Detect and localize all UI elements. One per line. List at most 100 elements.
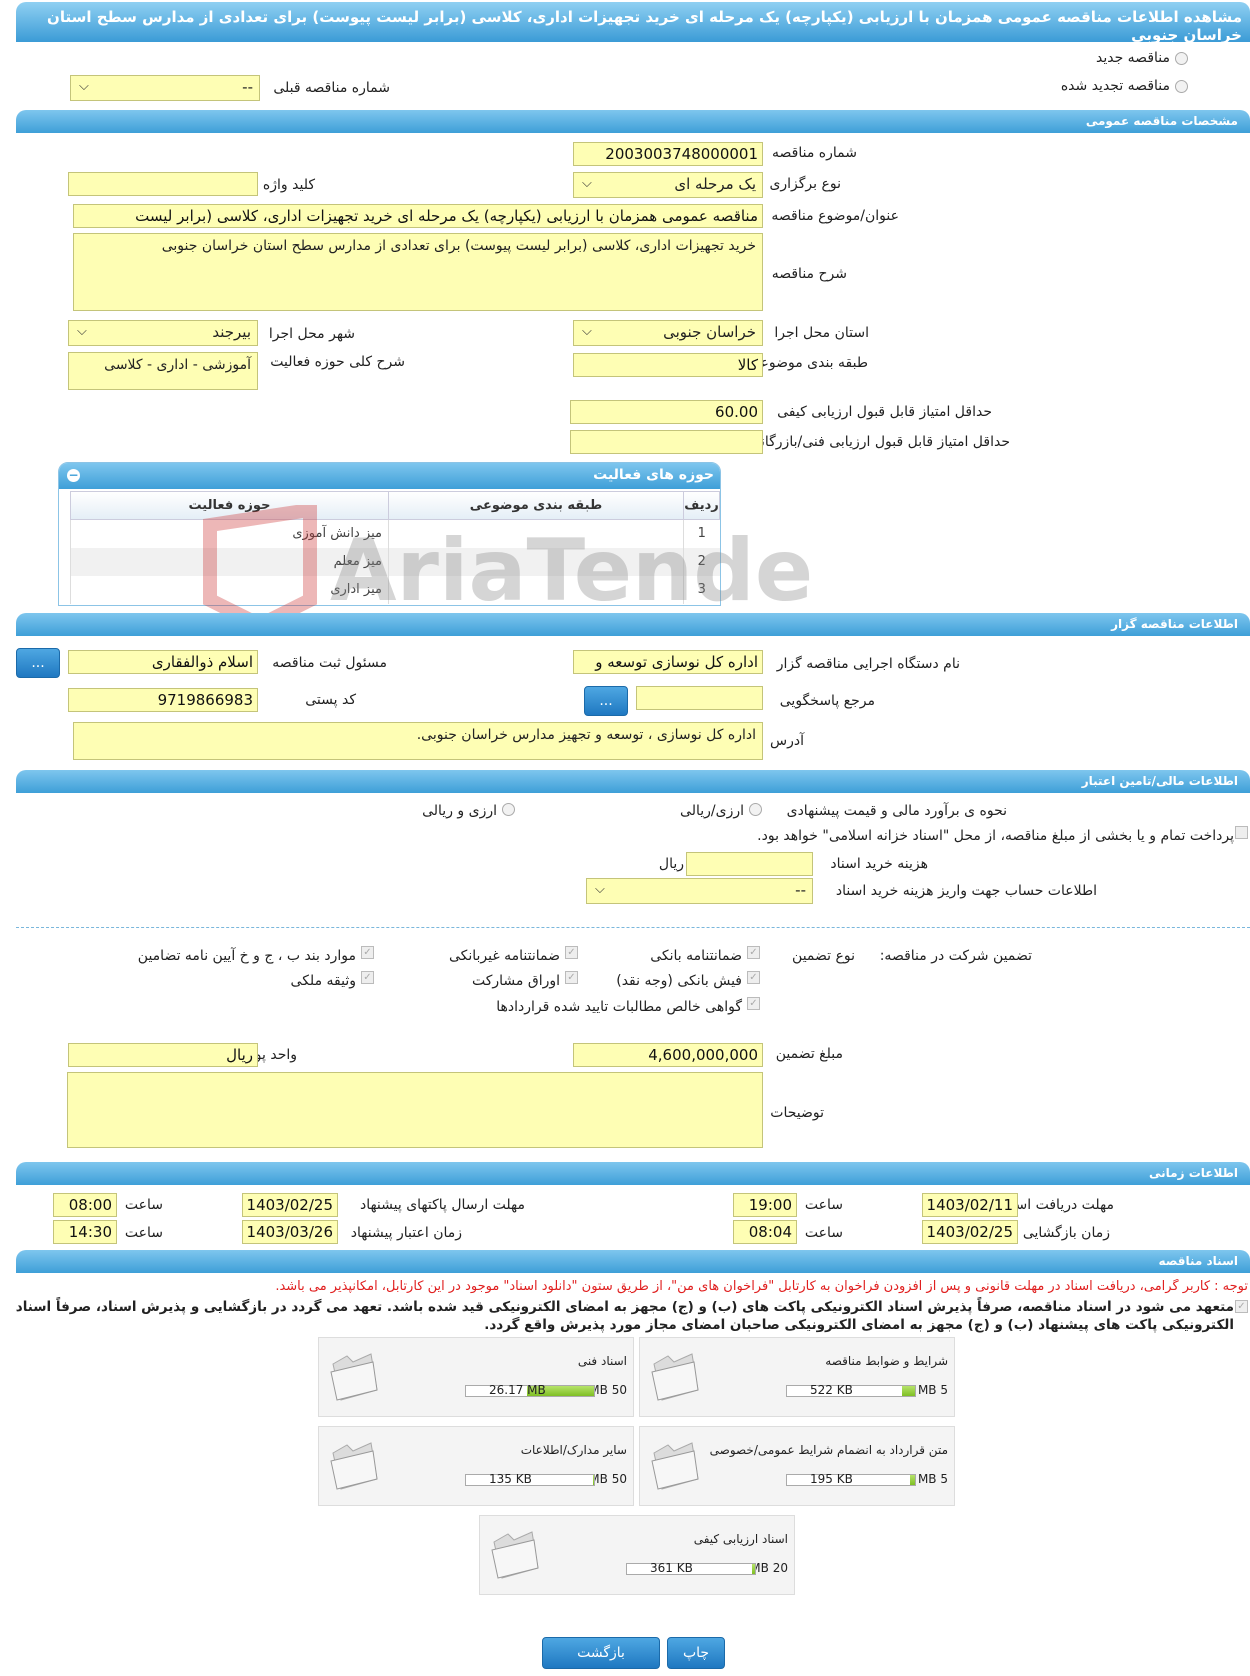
doc-file-size: 522 KB xyxy=(810,1383,853,1397)
collapse-icon[interactable]: − xyxy=(67,469,80,482)
registrar-more-button[interactable]: ... xyxy=(16,648,60,678)
doc-cost-label: هزینه خرید اسناد xyxy=(830,856,928,872)
estimate-method-label: نحوه ی برآورد مالی و قیمت پیشنهادی xyxy=(786,803,1007,819)
postal-field[interactable]: 9719866983 xyxy=(68,688,258,712)
activity-panel-header: حوزه های فعالیت − xyxy=(59,463,720,489)
doc-file-card[interactable]: متن قرارداد به انضمام شرایط عمومی/خصوصی 5… xyxy=(639,1426,955,1506)
section-finance: اطلاعات مالی/تامین اعتبار xyxy=(16,770,1250,793)
send-label: مهلت ارسال پاکتهای پیشنهاد xyxy=(359,1197,525,1213)
send-date-field[interactable]: 1403/02/25 xyxy=(242,1193,338,1217)
keyword-label: کلید واژه xyxy=(262,177,315,193)
min-tech-field[interactable] xyxy=(570,430,763,454)
renewed-tender-radio[interactable] xyxy=(1175,80,1188,93)
clauses-label: موارد بند ب ، ج و خ آیین نامه تضامین xyxy=(137,948,356,964)
prev-number-select[interactable]: -- ⌵ xyxy=(70,75,260,101)
fx-rial-radio[interactable] xyxy=(502,803,515,816)
keyword-field[interactable] xyxy=(68,172,258,196)
receivables-checkbox[interactable]: ✓ xyxy=(747,997,760,1010)
treasury-checkbox[interactable] xyxy=(1235,826,1248,839)
title-field[interactable]: مناقصه عمومی همزمان با ارزیابی (یکپارچه)… xyxy=(73,204,763,228)
doc-cost-field[interactable] xyxy=(686,852,813,876)
bonds-checkbox[interactable]: ✓ xyxy=(565,971,578,984)
registrar-field[interactable]: اسلام ذوالفقاری xyxy=(68,650,258,674)
doc-file-progress-fill xyxy=(909,1475,915,1485)
address-label: آدرس xyxy=(770,733,804,749)
doc-file-card[interactable]: اسناد فنی 50 MB 26.17 MB xyxy=(318,1337,634,1417)
bonds-label: اوراق مشارکت xyxy=(471,973,560,989)
scope-field[interactable]: آموزشی - اداری - کلاسی xyxy=(68,352,258,390)
tender-type-value: یک مرحله ای xyxy=(674,175,756,193)
tender-type-label: نوع برگزاری xyxy=(769,176,841,192)
doc-cost-unit: ریال xyxy=(658,856,684,872)
col-category: طبقه بندی موضوعی xyxy=(388,491,684,520)
row-number: 2 xyxy=(683,547,720,576)
ref-more-button[interactable]: ... xyxy=(584,686,628,716)
open-time-field[interactable]: 08:04 xyxy=(733,1220,797,1244)
doc-file-card[interactable]: سایر مدارک/اطلاعات 50 MB 135 KB xyxy=(318,1426,634,1506)
doc-file-size: 135 KB xyxy=(489,1472,532,1486)
category-label: طبقه بندی موضوعی xyxy=(748,355,868,371)
open-date-field[interactable]: 1403/02/25 xyxy=(922,1220,1018,1244)
description-field[interactable]: خرید تجهیزات اداری، کلاسی (برابر لیست پی… xyxy=(73,233,763,311)
tender-number-field[interactable]: 2003003748000001 xyxy=(573,142,763,166)
row-number: 3 xyxy=(683,575,720,604)
table-row: 2 میز معلم xyxy=(70,547,720,576)
min-quality-label: حداقل امتیاز قابل قبول ارزیابی کیفی xyxy=(777,404,992,420)
receive-time-field[interactable]: 19:00 xyxy=(733,1193,797,1217)
account-select[interactable]: -- ⌵ xyxy=(586,878,813,904)
address-field[interactable]: اداره کل نوسازی ، توسعه و تجهیز مدارس خر… xyxy=(73,722,763,760)
province-select[interactable]: خراسان جنوبی ⌵ xyxy=(573,320,763,346)
tender-type-select[interactable]: یک مرحله ای ⌵ xyxy=(573,172,763,198)
city-value: بیرجند xyxy=(212,323,251,341)
chevron-down-icon: ⌵ xyxy=(582,324,592,339)
print-button[interactable]: چاپ xyxy=(667,1637,725,1669)
ref-field[interactable] xyxy=(636,686,763,710)
notes-field[interactable] xyxy=(67,1072,763,1148)
receive-date-field[interactable]: 1403/02/11 xyxy=(922,1193,1018,1217)
folder-icon xyxy=(488,1530,542,1580)
org-label: نام دستگاه اجرایی مناقصه گزار xyxy=(776,656,960,672)
valid-time-field[interactable]: 14:30 xyxy=(53,1220,117,1244)
bank-guarantee-checkbox[interactable]: ✓ xyxy=(747,946,760,959)
bank-guarantee-label: ضمانتنامه بانکی xyxy=(650,948,742,964)
cash-checkbox[interactable]: ✓ xyxy=(747,971,760,984)
currency-field[interactable]: ریال xyxy=(68,1043,258,1067)
city-select[interactable]: بیرجند ⌵ xyxy=(68,320,258,346)
doc-file-title: شرایط و ضوابط مناقصه xyxy=(825,1354,948,1368)
registrar-label: مسئول ثبت مناقصه xyxy=(272,655,387,671)
property-label: وثیقه ملکی xyxy=(290,973,356,989)
nonbank-guarantee-label: ضمانتنامه غیربانکی xyxy=(448,948,560,964)
amount-field[interactable]: 4,600,000,000 xyxy=(573,1043,763,1067)
rial-radio[interactable] xyxy=(749,803,762,816)
commit-checkbox[interactable]: ✓ xyxy=(1235,1300,1248,1313)
doc-file-card[interactable]: اسناد ارزیابی کیفی 20 MB 361 KB xyxy=(479,1515,795,1595)
valid-date-field[interactable]: 1403/03/26 xyxy=(242,1220,338,1244)
new-tender-radio[interactable] xyxy=(1175,52,1188,65)
renewed-tender-label: مناقصه تجدید شده xyxy=(1060,78,1170,94)
notes-label: توضیحات xyxy=(770,1105,824,1121)
category-field[interactable]: کالا xyxy=(573,353,763,377)
doc-file-max: 5 MB xyxy=(917,1383,948,1397)
min-quality-field[interactable]: 60.00 xyxy=(570,400,763,424)
table-row: 3 میز اداری xyxy=(70,575,720,604)
row-field: میز معلم xyxy=(70,547,389,576)
row-category xyxy=(388,575,684,604)
new-tender-label: مناقصه جدید xyxy=(1095,50,1170,66)
divider xyxy=(16,927,1250,928)
cash-label: فیش بانکی (وجه نقد) xyxy=(616,973,742,989)
clauses-checkbox[interactable]: ✓ xyxy=(361,946,374,959)
activity-panel-title: حوزه های فعالیت xyxy=(593,467,714,483)
doc-file-progress-fill xyxy=(752,1564,755,1574)
doc-file-size: 361 KB xyxy=(650,1561,693,1575)
back-button[interactable]: بازگشت xyxy=(542,1637,660,1669)
nonbank-guarantee-checkbox[interactable]: ✓ xyxy=(565,946,578,959)
org-field[interactable]: اداره کل نوسازی توسعه و xyxy=(573,650,763,674)
property-checkbox[interactable]: ✓ xyxy=(361,971,374,984)
receivables-label: گواهی خالص مطالبات تایید شده قراردادها xyxy=(496,999,742,1015)
row-category xyxy=(388,519,684,548)
prev-number-label: شماره مناقصه قبلی xyxy=(273,80,390,96)
doc-file-title: اسناد ارزیابی کیفی xyxy=(693,1532,788,1546)
doc-file-card[interactable]: شرایط و ضوابط مناقصه 5 MB 522 KB xyxy=(639,1337,955,1417)
chevron-down-icon: ⌵ xyxy=(79,79,89,94)
send-time-field[interactable]: 08:00 xyxy=(53,1193,117,1217)
